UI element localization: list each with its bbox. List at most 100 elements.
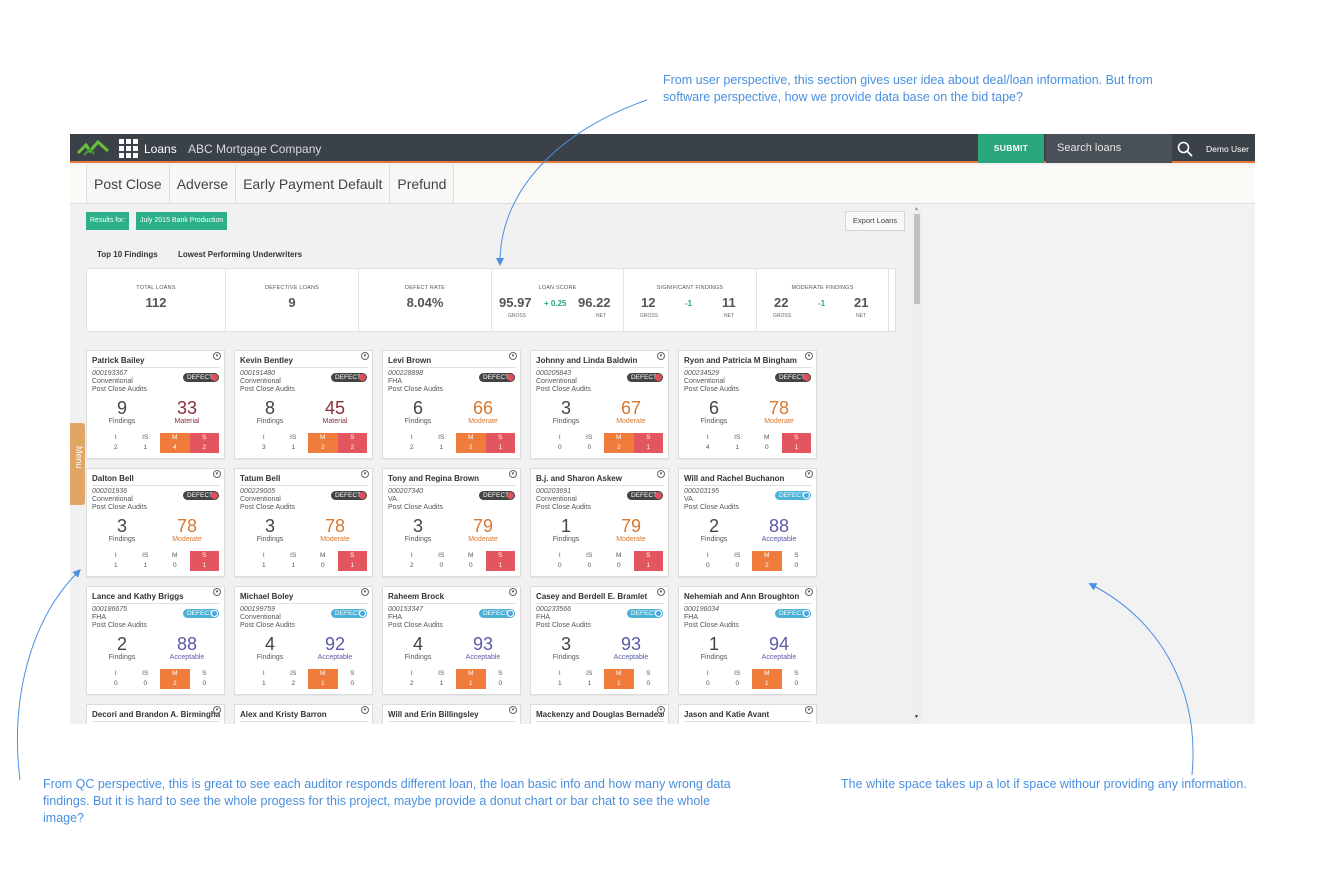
logo-icon[interactable] <box>76 139 110 159</box>
loan-card[interactable]: Patrick Bailey ▾ 000193367 Conventional Post… <box>86 350 225 459</box>
user-menu[interactable]: Demo User <box>1206 144 1249 154</box>
defect-badge[interactable]: DEFECT <box>775 491 811 500</box>
scrollbar-thumb[interactable] <box>914 214 920 304</box>
submit-button[interactable]: SUBMIT <box>978 134 1044 163</box>
cell-header: IS <box>734 434 741 441</box>
divider <box>240 485 368 486</box>
loan-card[interactable]: Nehemiah and Ann Broughton ▾ 000196034 FHA P… <box>678 586 817 695</box>
borrower-name[interactable]: Kevin Bentley <box>240 356 368 365</box>
app-name[interactable]: Loans <box>144 142 177 156</box>
borrower-name[interactable]: Will and Erin Billingsley <box>388 710 516 719</box>
defect-badge[interactable]: DEFECT <box>627 609 663 618</box>
scroll-up-icon[interactable]: ▲ <box>914 206 919 212</box>
borrower-name[interactable]: Will and Rachel Buchanon <box>684 474 812 483</box>
loan-card[interactable]: Will and Erin Billingsley ▾ <box>382 704 521 724</box>
chevron-down-icon[interactable]: ▾ <box>657 470 665 478</box>
chevron-down-icon[interactable]: ▾ <box>657 588 665 596</box>
defect-badge[interactable]: DEFECT <box>183 373 219 382</box>
period-filter-button[interactable]: July 2015 Bank Production <box>136 212 228 230</box>
loan-card[interactable]: Johnny and Linda Baldwin ▾ 000205843 Conven… <box>530 350 669 459</box>
loan-card[interactable]: Tatum Bell ▾ 000229005 Conventional Post Clo… <box>234 468 373 577</box>
loan-card[interactable]: Jason and Katie Avant ▾ <box>678 704 817 724</box>
defect-badge[interactable]: DEFECT <box>331 609 367 618</box>
borrower-name[interactable]: Levi Brown <box>388 356 516 365</box>
borrower-name[interactable]: Casey and Berdell E. Bramlet <box>536 592 664 601</box>
scroll-down-icon[interactable]: ▼ <box>914 714 919 720</box>
tab-adverse[interactable]: Adverse <box>168 165 235 203</box>
loan-card[interactable]: Tony and Regina Brown ▾ 000207340 VA Post Cl… <box>382 468 521 577</box>
chevron-down-icon[interactable]: ▾ <box>509 470 517 478</box>
loan-card[interactable]: Raheem Brock ▾ 000153347 FHA Post Close Audi… <box>382 586 521 695</box>
loan-card[interactable]: Levi Brown ▾ 000228898 FHA Post Close Audits… <box>382 350 521 459</box>
cell-header: S <box>498 670 503 677</box>
defect-badge[interactable]: DEFECT <box>479 491 515 500</box>
loan-card[interactable]: Lance and Kathy Briggs ▾ 000186675 FHA Post … <box>86 586 225 695</box>
grid-icon[interactable] <box>119 139 138 158</box>
subtab-lowest-underwriters[interactable]: Lowest Performing Underwriters <box>178 250 302 259</box>
defect-badge[interactable]: DEFECT <box>775 609 811 618</box>
chevron-down-icon[interactable]: ▾ <box>509 706 517 714</box>
chevron-down-icon[interactable]: ▾ <box>361 352 369 360</box>
defect-badge[interactable]: DEFECT <box>183 609 219 618</box>
divider <box>240 721 368 722</box>
tab-early-payment-default[interactable]: Early Payment Default <box>235 165 389 203</box>
loan-card[interactable]: Mackenzy and Douglas Bernadeau ▾ <box>530 704 669 724</box>
loan-card[interactable]: Casey and Berdell E. Bramlet ▾ 000233566 FH… <box>530 586 669 695</box>
chevron-down-icon[interactable]: ▾ <box>213 588 221 596</box>
chevron-down-icon[interactable]: ▾ <box>213 352 221 360</box>
chevron-down-icon[interactable]: ▾ <box>361 706 369 714</box>
chevron-down-icon[interactable]: ▾ <box>805 706 813 714</box>
chevron-down-icon[interactable]: ▾ <box>213 706 221 714</box>
loan-card[interactable]: Michael Boley ▾ 000199759 Conventional Post … <box>234 586 373 695</box>
chevron-down-icon[interactable]: ▾ <box>805 352 813 360</box>
defect-badge[interactable]: DEFECT <box>331 373 367 382</box>
borrower-name[interactable]: Patrick Bailey <box>92 356 220 365</box>
search-input[interactable] <box>1046 134 1172 163</box>
defect-badge[interactable]: DEFECT <box>627 373 663 382</box>
chevron-down-icon[interactable]: ▾ <box>361 588 369 596</box>
borrower-name[interactable]: Jason and Katie Avant <box>684 710 812 719</box>
borrower-name[interactable]: Tatum Bell <box>240 474 368 483</box>
chevron-down-icon[interactable]: ▾ <box>805 470 813 478</box>
loan-card[interactable]: Dalton Bell ▾ 000201936 Conventional Post Cl… <box>86 468 225 577</box>
borrower-name[interactable]: Mackenzy and Douglas Bernadeau <box>536 710 664 719</box>
borrower-name[interactable]: Raheem Brock <box>388 592 516 601</box>
borrower-name[interactable]: Tony and Regina Brown <box>388 474 516 483</box>
defect-badge[interactable]: DEFECT <box>775 373 811 382</box>
chevron-down-icon[interactable]: ▾ <box>657 706 665 714</box>
borrower-name[interactable]: Lance and Kathy Briggs <box>92 592 220 601</box>
borrower-name[interactable]: Decori and Brandon A. Birmingham <box>92 710 220 719</box>
loan-card[interactable]: Kevin Bentley ▾ 000191480 Conventional Post … <box>234 350 373 459</box>
search-icon[interactable] <box>1177 141 1193 157</box>
borrower-name[interactable]: Ryon and Patricia M Bingham <box>684 356 812 365</box>
borrower-name[interactable]: B.j. and Sharon Askew <box>536 474 664 483</box>
loan-card[interactable]: Ryon and Patricia M Bingham ▾ 000234529 Con… <box>678 350 817 459</box>
export-loans-button[interactable]: Export Loans <box>845 211 905 231</box>
chevron-down-icon[interactable]: ▾ <box>361 470 369 478</box>
defect-badge[interactable]: DEFECT <box>479 373 515 382</box>
chevron-down-icon[interactable]: ▾ <box>805 588 813 596</box>
chevron-down-icon[interactable]: ▾ <box>657 352 665 360</box>
defect-badge[interactable]: DEFECT <box>331 491 367 500</box>
defect-badge[interactable]: DEFECT <box>627 491 663 500</box>
borrower-name[interactable]: Alex and Kristy Barron <box>240 710 368 719</box>
cell-value: 2 <box>604 443 634 453</box>
defect-badge[interactable]: DEFECT <box>183 491 219 500</box>
tab-post-close[interactable]: Post Close <box>86 165 169 203</box>
chevron-down-icon[interactable]: ▾ <box>509 352 517 360</box>
tab-prefund[interactable]: Prefund <box>389 165 453 203</box>
top-bar: Loans ABC Mortgage Company SUBMIT Demo U… <box>70 134 1255 163</box>
loan-card[interactable]: Alex and Kristy Barron ▾ <box>234 704 373 724</box>
chevron-down-icon[interactable]: ▾ <box>213 470 221 478</box>
borrower-name[interactable]: Michael Boley <box>240 592 368 601</box>
chevron-down-icon[interactable]: ▾ <box>509 588 517 596</box>
menu-label[interactable]: Menu <box>74 446 84 469</box>
borrower-name[interactable]: Johnny and Linda Baldwin <box>536 356 664 365</box>
loan-card[interactable]: Will and Rachel Buchanon ▾ 000203195 VA Post… <box>678 468 817 577</box>
subtab-top-findings[interactable]: Top 10 Findings <box>97 250 158 259</box>
borrower-name[interactable]: Nehemiah and Ann Broughton <box>684 592 812 601</box>
defect-badge[interactable]: DEFECT <box>479 609 515 618</box>
loan-card[interactable]: Decori and Brandon A. Birmingham ▾ <box>86 704 225 724</box>
loan-card[interactable]: B.j. and Sharon Askew ▾ 000203691 Conventio… <box>530 468 669 577</box>
borrower-name[interactable]: Dalton Bell <box>92 474 220 483</box>
